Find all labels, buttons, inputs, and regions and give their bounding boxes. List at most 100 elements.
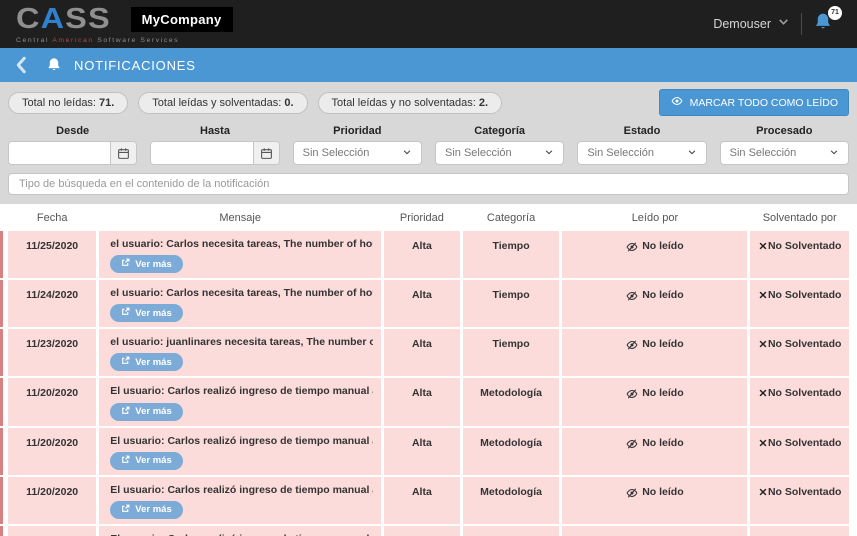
ver-mas-button[interactable]: Ver más xyxy=(110,255,182,273)
cell-categoria: Metodología xyxy=(463,378,560,425)
badge-unread-total: Total no leídas:71. xyxy=(8,92,128,114)
page-title: NOTIFICACIONES xyxy=(74,58,196,73)
open-external-icon xyxy=(121,504,130,516)
cell-prioridad: Alta xyxy=(384,231,460,278)
table-row: 11/20/2020 El usuario: Carlos realizó in… xyxy=(8,477,849,524)
col-header-fecha: Fecha xyxy=(8,212,96,224)
open-external-icon xyxy=(121,258,130,270)
cell-fecha: 11/23/2020 xyxy=(8,329,96,376)
procesado-select[interactable]: Sin Selección xyxy=(720,141,849,165)
cell-categoria: Metodología xyxy=(463,526,560,536)
filter-procesado: Procesado Sin Selección xyxy=(720,125,849,165)
user-name: Demouser xyxy=(713,17,771,31)
cell-solventado-por: No Solventado xyxy=(750,231,849,278)
prioridad-select[interactable]: Sin Selección xyxy=(293,141,422,165)
logo-tagline: Central American Software Services xyxy=(16,37,233,44)
cass-logo: CASS MyCompany Central American Software… xyxy=(16,5,233,44)
table-header: Fecha Mensaje Prioridad Categoría Leído … xyxy=(8,204,849,231)
cell-mensaje: el usuario: Carlos necesita tareas, The … xyxy=(99,280,381,327)
open-external-icon xyxy=(121,455,130,467)
message-text: El usuario: Carlos realizó ingreso de ti… xyxy=(110,385,373,398)
estado-select[interactable]: Sin Selección xyxy=(577,141,706,165)
ver-mas-button[interactable]: Ver más xyxy=(110,353,182,371)
filter-prioridad: Prioridad Sin Selección xyxy=(293,125,422,165)
cell-mensaje: el usuario: juanlinares necesita tareas,… xyxy=(99,329,381,376)
filter-hasta: Hasta xyxy=(150,125,279,165)
cell-solventado-por: No Solventado xyxy=(750,477,849,524)
mark-all-read-button[interactable]: MARCAR TODO COMO LEÍDO xyxy=(659,89,849,116)
app-header: CASS MyCompany Central American Software… xyxy=(0,0,857,48)
cell-leido-por: No leído xyxy=(562,329,747,376)
ver-mas-button[interactable]: Ver más xyxy=(110,501,182,519)
eye-slash-icon xyxy=(626,438,638,450)
chevron-down-icon xyxy=(544,147,554,160)
message-text: el usuario: juanlinares necesita tareas,… xyxy=(110,336,373,349)
calendar-icon[interactable] xyxy=(253,142,279,164)
cell-fecha: 11/20/2020 xyxy=(8,477,96,524)
user-menu[interactable]: Demouser xyxy=(713,15,790,33)
x-icon xyxy=(758,438,768,475)
notifications-table: Fecha Mensaje Prioridad Categoría Leído … xyxy=(0,204,857,536)
summary-row: Total no leídas:71. Total leídas y solve… xyxy=(8,89,849,116)
eye-slash-icon xyxy=(626,290,638,302)
cell-categoria: Metodología xyxy=(463,477,560,524)
desde-date-input[interactable] xyxy=(9,142,110,164)
cell-fecha: 11/25/2020 xyxy=(8,231,96,278)
header-divider xyxy=(801,13,802,35)
search-input[interactable] xyxy=(8,173,849,195)
cell-prioridad: Alta xyxy=(384,329,460,376)
table-row: 11/20/2020 El usuario: Carlos realizó in… xyxy=(8,526,849,536)
ver-mas-button[interactable]: Ver más xyxy=(110,304,182,322)
bell-badge-count: 71 xyxy=(828,6,842,20)
open-external-icon xyxy=(121,356,130,368)
x-icon xyxy=(758,388,768,425)
cell-solventado-por: No Solventado xyxy=(750,526,849,536)
hasta-date-input[interactable] xyxy=(151,142,252,164)
notifications-bell-button[interactable]: 71 xyxy=(813,12,839,37)
chevron-down-icon xyxy=(402,147,412,160)
col-header-solventado-por: Solventado por xyxy=(750,212,849,224)
company-badge: MyCompany xyxy=(131,7,233,32)
cell-fecha: 11/20/2020 xyxy=(8,428,96,475)
ver-mas-button[interactable]: Ver más xyxy=(110,403,182,421)
message-text: El usuario: Carlos realizó ingreso de ti… xyxy=(110,435,373,448)
categoria-select[interactable]: Sin Selección xyxy=(435,141,564,165)
badge-read-unsolved-total: Total leídas y no solventadas:2. xyxy=(318,92,503,114)
eye-slash-icon xyxy=(626,388,638,400)
filter-estado: Estado Sin Selección xyxy=(577,125,706,165)
table-row: 11/20/2020 El usuario: Carlos realizó in… xyxy=(8,428,849,475)
calendar-icon[interactable] xyxy=(110,142,136,164)
col-header-prioridad: Prioridad xyxy=(384,212,460,224)
chevron-down-icon xyxy=(687,147,697,160)
cell-categoria: Tiempo xyxy=(463,280,560,327)
col-header-mensaje: Mensaje xyxy=(99,212,381,224)
table-body: 11/25/2020 el usuario: Carlos necesita t… xyxy=(8,231,849,536)
cell-solventado-por: No Solventado xyxy=(750,280,849,327)
cell-leido-por: No leído xyxy=(562,378,747,425)
notifications-title-icon xyxy=(46,57,62,73)
badge-read-solved-total: Total leídas y solventadas:0. xyxy=(138,92,307,114)
open-external-icon xyxy=(121,406,130,418)
message-text: el usuario: Carlos necesita tareas, The … xyxy=(110,287,373,300)
back-button[interactable] xyxy=(14,56,30,74)
table-row: 11/25/2020 el usuario: Carlos necesita t… xyxy=(8,231,849,278)
x-icon xyxy=(758,290,768,327)
open-external-icon xyxy=(121,307,130,319)
eye-slash-icon xyxy=(626,487,638,499)
cell-leido-por: No leído xyxy=(562,477,747,524)
cell-categoria: Tiempo xyxy=(463,231,560,278)
cell-leido-por: No leído xyxy=(562,280,747,327)
table-row: 11/20/2020 El usuario: Carlos realizó in… xyxy=(8,378,849,425)
page-navbar: NOTIFICACIONES xyxy=(0,48,857,82)
cell-mensaje: El usuario: Carlos realizó ingreso de ti… xyxy=(99,477,381,524)
cell-leido-por: No leído xyxy=(562,231,747,278)
cell-categoria: Tiempo xyxy=(463,329,560,376)
col-header-categoria: Categoría xyxy=(463,212,560,224)
table-row: 11/24/2020 el usuario: Carlos necesita t… xyxy=(8,280,849,327)
ver-mas-button[interactable]: Ver más xyxy=(110,452,182,470)
eye-slash-icon xyxy=(626,339,638,351)
cell-leido-por: No leído xyxy=(562,526,747,536)
x-icon xyxy=(758,241,768,278)
eye-slash-icon xyxy=(626,241,638,253)
cell-fecha: 11/20/2020 xyxy=(8,378,96,425)
